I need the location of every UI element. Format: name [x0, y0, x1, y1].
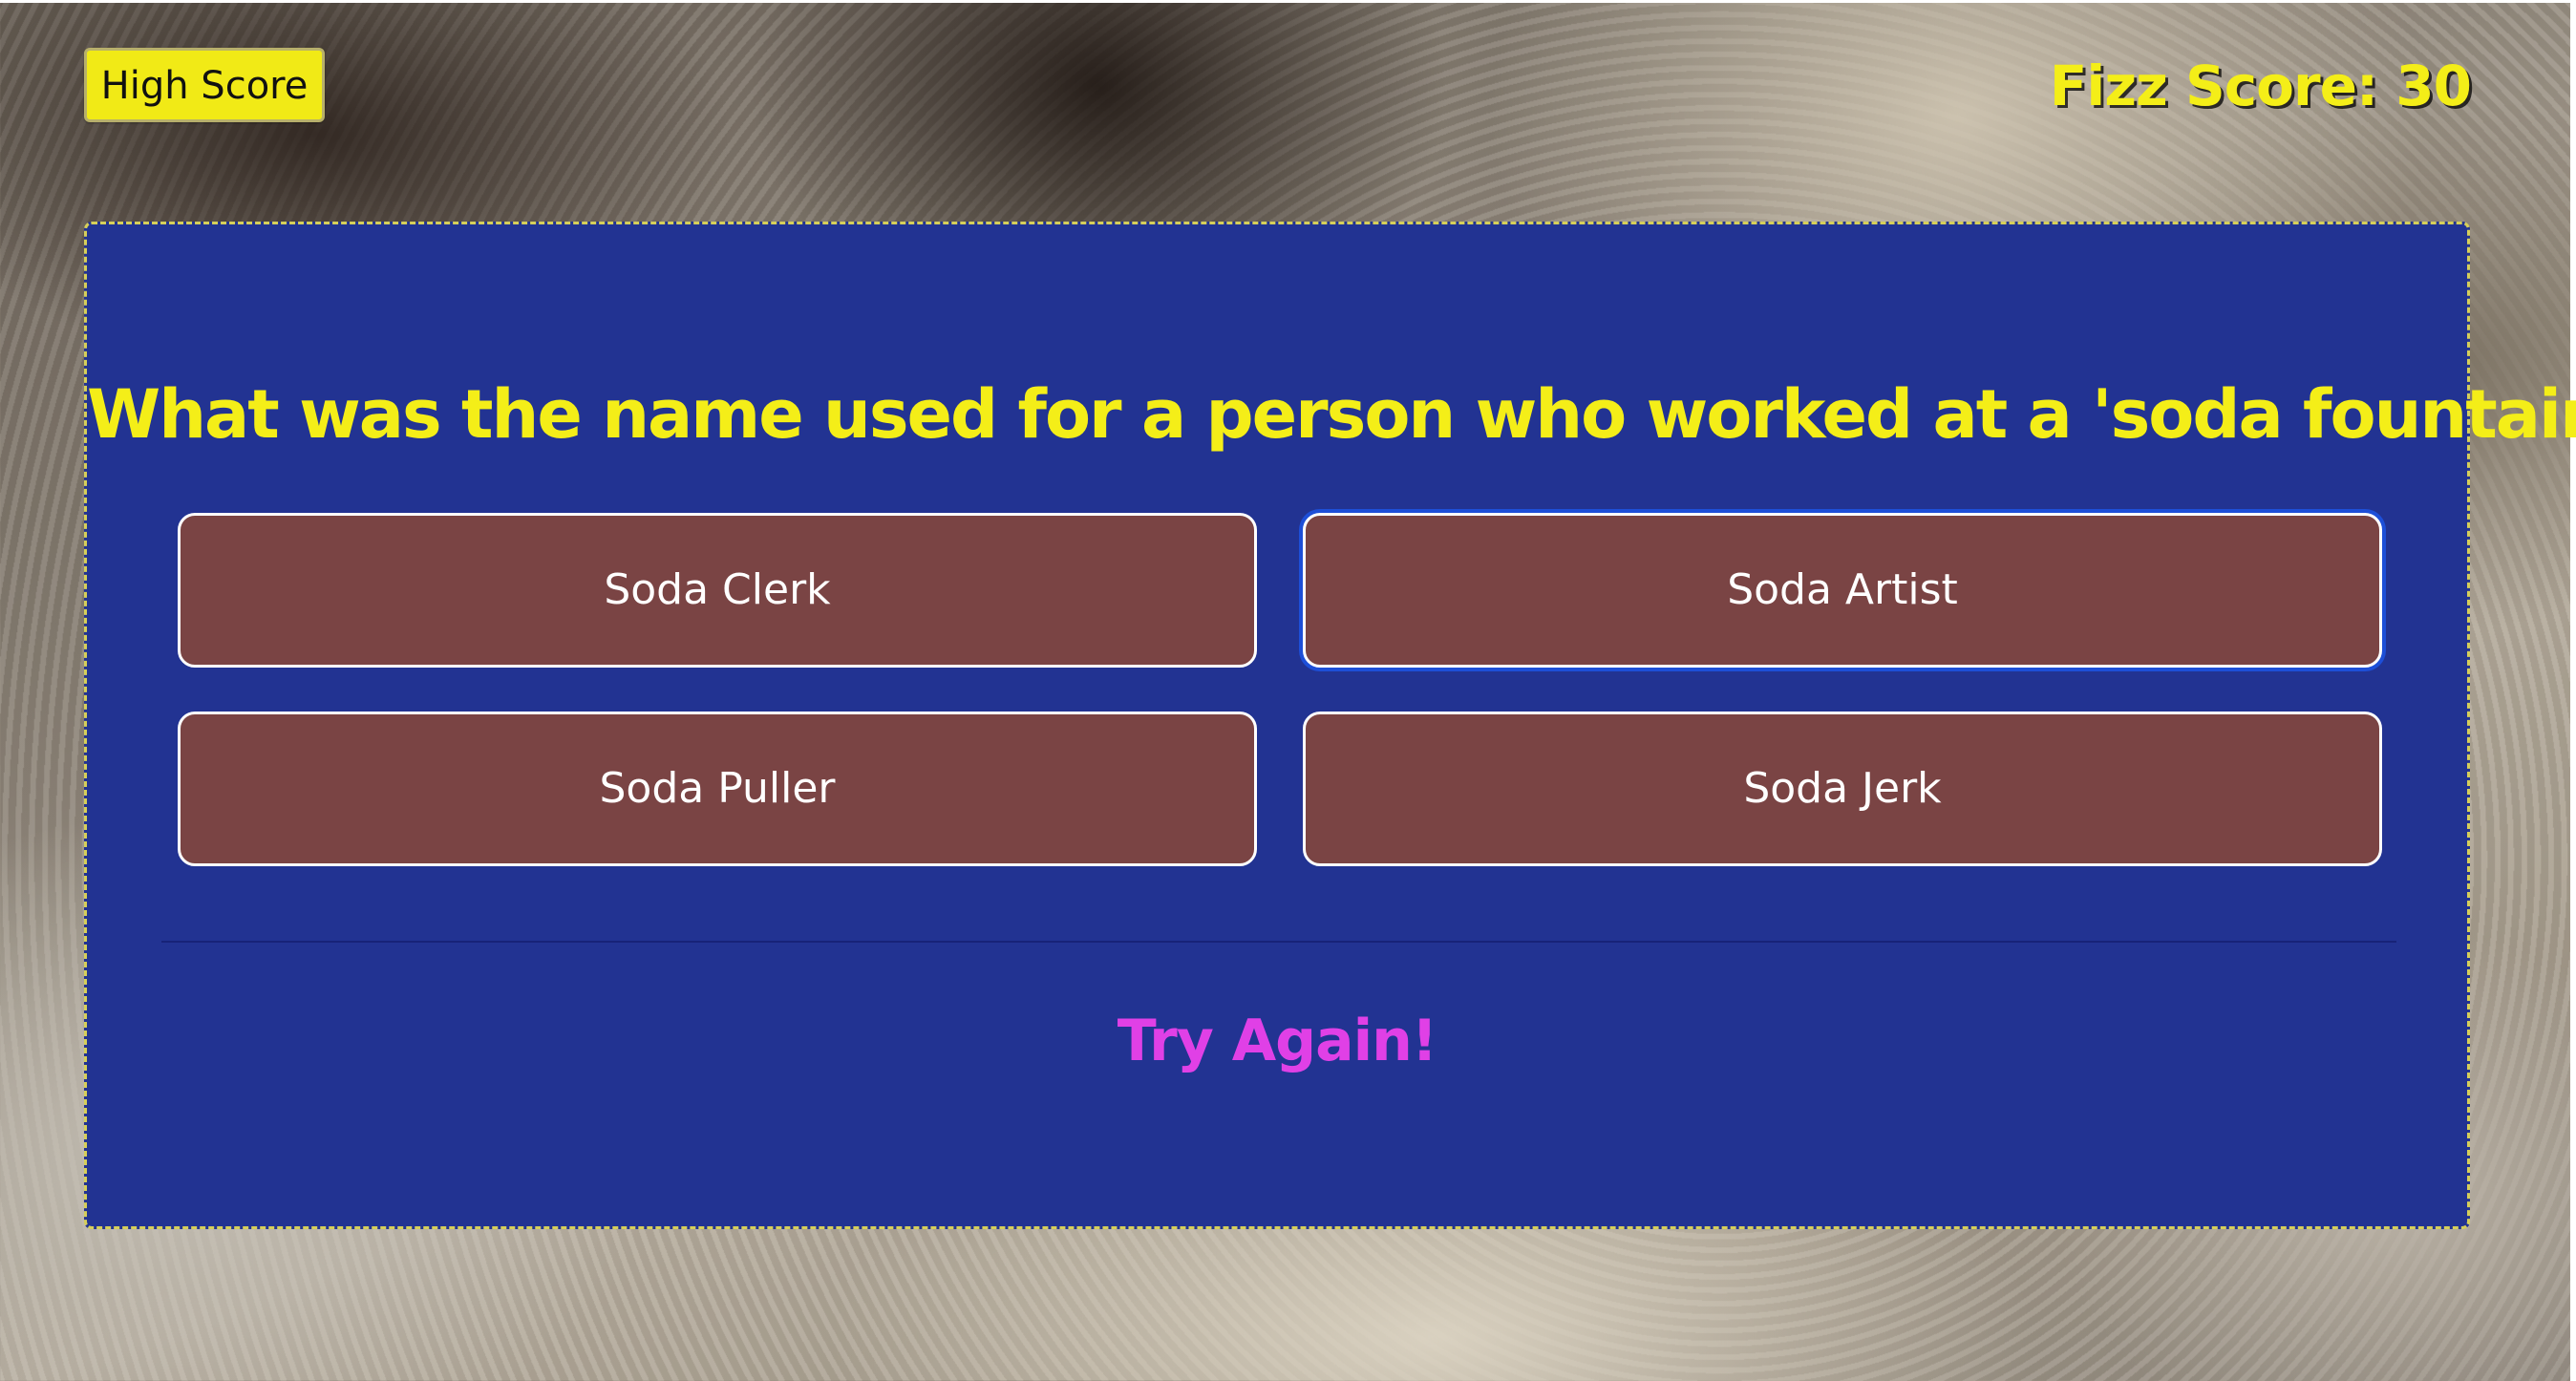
- answer-button-soda-clerk[interactable]: Soda Clerk: [178, 513, 1257, 668]
- quiz-panel: What was the name used for a person who …: [84, 222, 2576, 1229]
- divider: [161, 941, 2396, 943]
- feedback-message: Try Again!: [1117, 1008, 1437, 1074]
- answer-button-soda-jerk[interactable]: Soda Jerk: [1303, 712, 2382, 866]
- scrollbar-edge: [2570, 0, 2576, 1381]
- question-text: What was the name used for a person who …: [87, 375, 2576, 454]
- high-score-button[interactable]: High Score: [84, 48, 325, 122]
- fizz-score-display: Fizz Score: 30: [2049, 53, 2472, 118]
- top-edge: [0, 0, 2576, 3]
- answer-button-soda-artist[interactable]: Soda Artist: [1303, 513, 2382, 668]
- answer-button-soda-puller[interactable]: Soda Puller: [178, 712, 1257, 866]
